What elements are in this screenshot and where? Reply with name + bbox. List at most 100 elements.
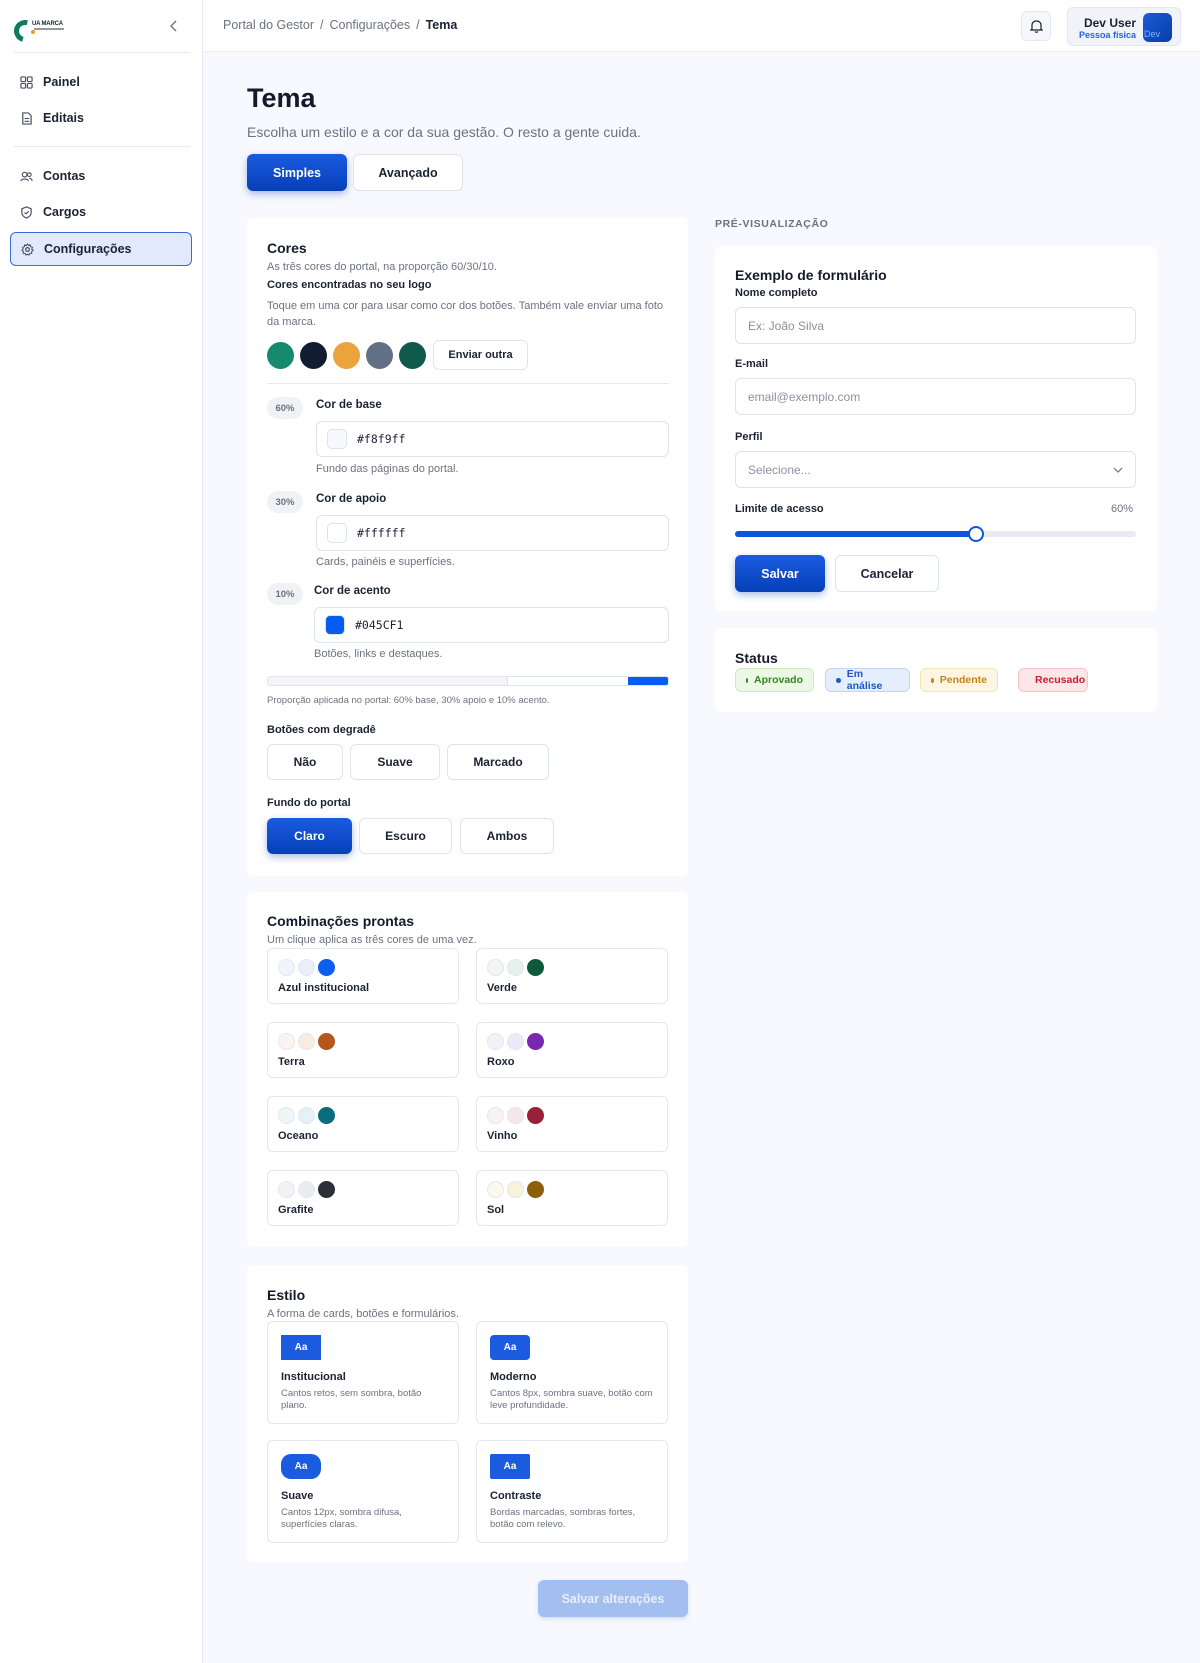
grid-icon [20, 75, 33, 89]
combo-option[interactable]: Grafite [267, 1170, 459, 1226]
base-color-preview[interactable] [327, 429, 347, 449]
style-option[interactable]: Aa Suave Cantos 12px, sombra difusa, super… [267, 1440, 459, 1543]
sidebar-item-cargos[interactable]: Cargos [10, 195, 192, 229]
collapse-sidebar-button[interactable] [165, 17, 183, 35]
tab-avancado[interactable]: Avançado [353, 154, 463, 191]
base-color-hex: #f8f9ff [357, 432, 406, 446]
status-dot [931, 677, 934, 683]
email-label: E-mail [735, 358, 769, 370]
logo-color-swatch[interactable] [267, 342, 294, 369]
document-icon [22, 111, 32, 125]
perfil-label: Perfil [735, 431, 763, 443]
name-input[interactable]: Ex: João Silva [735, 307, 1136, 344]
status-badge: Aprovado [735, 668, 814, 692]
apoio-color-label: Cor de apoio [316, 493, 387, 505]
combo-name: Oceano [278, 1130, 319, 1142]
logo-color-swatch[interactable] [366, 342, 393, 369]
combo-swatches [278, 1107, 338, 1124]
status-label: Em análise [846, 668, 883, 692]
tab-simples[interactable]: Simples [247, 154, 347, 191]
combo-swatch [278, 959, 295, 976]
style-option[interactable]: Aa Moderno Cantos 8px, sombra suave, botão… [476, 1321, 668, 1424]
sidebar-item-editais[interactable]: Editais [10, 101, 192, 135]
sidebar-item-configuracoes[interactable]: Configurações [10, 232, 192, 266]
save-changes-button[interactable]: Salvar alterações [538, 1580, 688, 1617]
notifications-button[interactable] [1021, 11, 1051, 41]
combo-swatch [318, 1181, 335, 1198]
proportion-bar [267, 676, 669, 686]
preview-save-button[interactable]: Salvar [735, 555, 825, 592]
combo-swatch [527, 1181, 544, 1198]
combo-swatch [318, 959, 335, 976]
logo-text: UA MARCA [32, 21, 63, 27]
sidebar-item-contas[interactable]: Contas [10, 159, 192, 193]
combo-swatch [298, 1107, 315, 1124]
base-color-field[interactable]: #f8f9ff [316, 421, 669, 457]
gradient-option-marcado[interactable]: Marcado [447, 744, 549, 780]
combo-option[interactable]: Terra [267, 1022, 459, 1078]
combos-title: Combinações prontas [267, 913, 415, 929]
logo-color-swatch[interactable] [399, 342, 426, 369]
acento-color-field[interactable]: #045CF1 [314, 607, 669, 643]
combo-swatch [527, 959, 544, 976]
limit-slider[interactable] [735, 526, 1136, 542]
acento-pct-badge: 10% [267, 583, 303, 605]
preview-label: PRÉ-VISUALIZAÇÃO [715, 218, 829, 230]
combo-swatch [527, 1033, 544, 1050]
proportion-acento [628, 677, 668, 685]
apoio-color-preview[interactable] [327, 523, 347, 543]
breadcrumb-configuracoes[interactable]: Configurações [330, 18, 411, 32]
gear-icon [21, 242, 34, 256]
status-badge: Recusado [1018, 668, 1088, 692]
combo-swatch [298, 1033, 315, 1050]
user-menu[interactable]: Dev User Pessoa física Dev [1067, 7, 1181, 46]
apoio-color-hex: #ffffff [357, 526, 406, 540]
combo-option[interactable]: Oceano [267, 1096, 459, 1152]
breadcrumb-current: Tema [425, 18, 458, 32]
background-option-ambos[interactable]: Ambos [460, 818, 554, 854]
sidebar-item-painel[interactable]: Painel [10, 65, 192, 99]
combo-swatch [487, 1181, 504, 1198]
style-name: Contraste [490, 1490, 542, 1502]
combo-option[interactable]: Roxo [476, 1022, 668, 1078]
breadcrumb-portal[interactable]: Portal do Gestor [223, 18, 314, 32]
style-name: Institucional [281, 1371, 346, 1383]
logo-colors-desc: Toque em uma cor para usar como cor dos … [267, 300, 663, 328]
combo-swatches [487, 1181, 547, 1198]
style-sample: Aa [281, 1335, 321, 1360]
combo-option[interactable]: Vinho [476, 1096, 668, 1152]
combo-swatches [487, 1033, 547, 1050]
preview-cancel-button[interactable]: Cancelar [835, 555, 939, 592]
gradient-option-nao[interactable]: Não [267, 744, 343, 780]
style-desc: A forma de cards, botões e formulários. [267, 1308, 459, 1320]
logo-color-swatch[interactable] [300, 342, 327, 369]
combo-swatch [487, 1033, 504, 1050]
users-icon [20, 171, 33, 181]
logo[interactable]: UA MARCA [9, 15, 66, 47]
style-sample: Aa [490, 1454, 530, 1479]
apoio-pct-badge: 30% [267, 491, 303, 513]
style-option[interactable]: Aa Institucional Cantos retos, sem sombra,… [267, 1321, 459, 1424]
background-option-escuro[interactable]: Escuro [359, 818, 452, 854]
proportion-base [268, 677, 508, 685]
perfil-select[interactable]: Selecione... [735, 451, 1136, 488]
style-option[interactable]: Aa Contraste Bordas marcadas, sombras fort… [476, 1440, 668, 1543]
combo-option[interactable]: Azul institucional [267, 948, 459, 1004]
upload-logo-button[interactable]: Enviar outra [433, 340, 528, 370]
status-badge: Em análise [825, 668, 910, 692]
combo-swatches [487, 1107, 547, 1124]
style-desc: Cantos 12px, sombra difusa, superfícies … [281, 1507, 402, 1530]
logo-color-swatch[interactable] [333, 342, 360, 369]
combo-name: Grafite [278, 1204, 314, 1216]
acento-color-hex: #045CF1 [355, 618, 404, 632]
combo-swatch [507, 1181, 524, 1198]
combo-option[interactable]: Verde [476, 948, 668, 1004]
email-input[interactable]: email@exemplo.com [735, 378, 1136, 415]
limit-slider-thumb[interactable] [967, 526, 984, 542]
acento-color-preview[interactable] [325, 615, 345, 635]
background-option-claro[interactable]: Claro [267, 818, 352, 854]
apoio-color-field[interactable]: #ffffff [316, 515, 669, 551]
gradient-option-suave[interactable]: Suave [350, 744, 440, 780]
combo-swatch [507, 1107, 524, 1124]
combo-option[interactable]: Sol [476, 1170, 668, 1226]
